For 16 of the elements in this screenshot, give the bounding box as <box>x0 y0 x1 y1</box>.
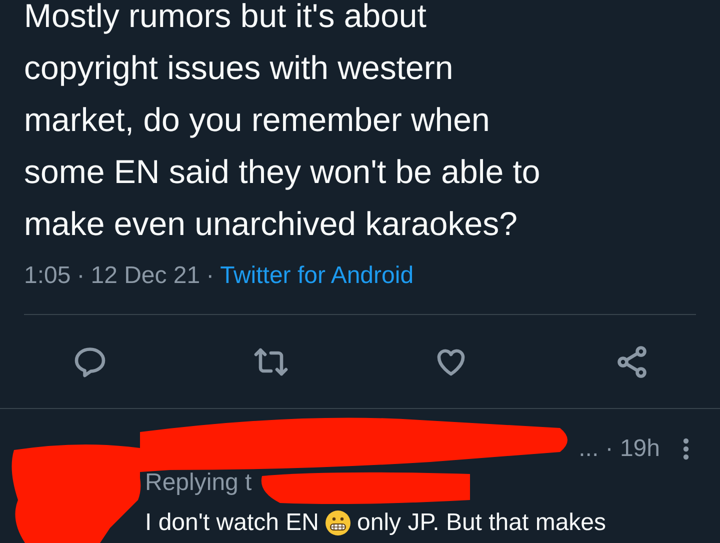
tweet-date: 12 Dec 21 <box>90 262 200 290</box>
tweet-text-line: market, do you remember when <box>24 100 491 140</box>
tweet-time: 1:05 <box>24 262 71 290</box>
reply-text: only JP. But that makes <box>357 509 606 537</box>
tweet-text-line: copyright issues with western <box>24 48 454 88</box>
source-link[interactable]: Twitter for Android <box>220 262 414 290</box>
tweet-text-line: some EN said they won't be able to <box>24 152 542 192</box>
reply-meta: ... · 19h <box>578 435 660 463</box>
tweet-text-line: make even unarchived karaokes? <box>24 204 518 244</box>
replying-to-label: Replying t <box>145 469 252 497</box>
separator-dot: · <box>76 262 85 290</box>
separator-dot: · <box>206 262 214 290</box>
more-icon[interactable] <box>682 437 690 461</box>
grimacing-emoji-icon <box>325 510 351 536</box>
reply-text: I don't watch EN <box>145 509 319 537</box>
tweet-text-line: Mostly rumors but it's about <box>24 0 428 36</box>
